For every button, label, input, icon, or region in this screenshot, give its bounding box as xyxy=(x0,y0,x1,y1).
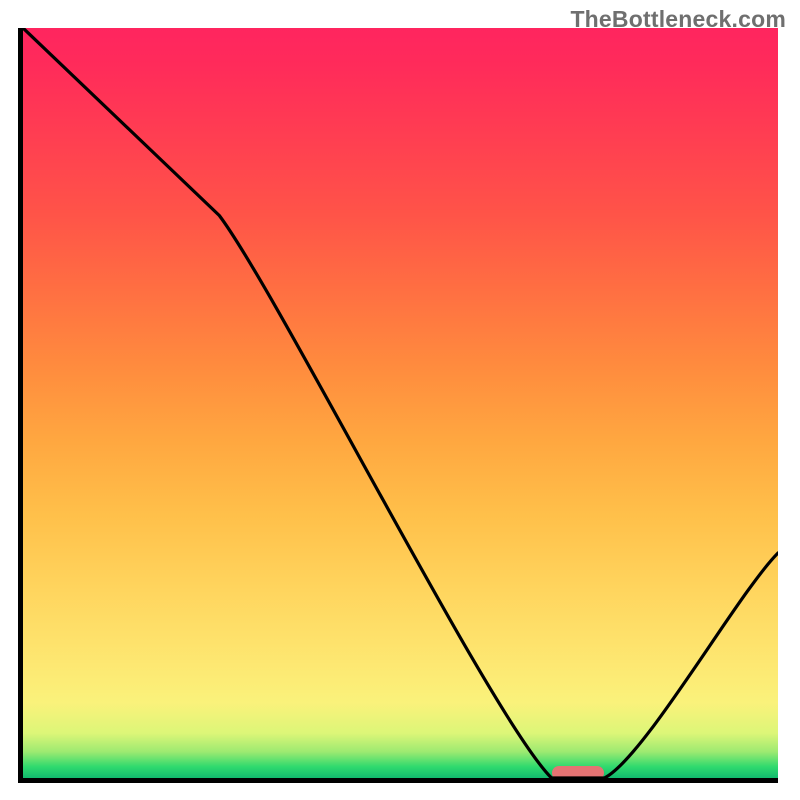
plot-area xyxy=(18,28,778,783)
chart-container: TheBottleneck.com xyxy=(0,0,800,800)
curve-path xyxy=(23,28,778,778)
bottleneck-curve xyxy=(23,28,778,778)
